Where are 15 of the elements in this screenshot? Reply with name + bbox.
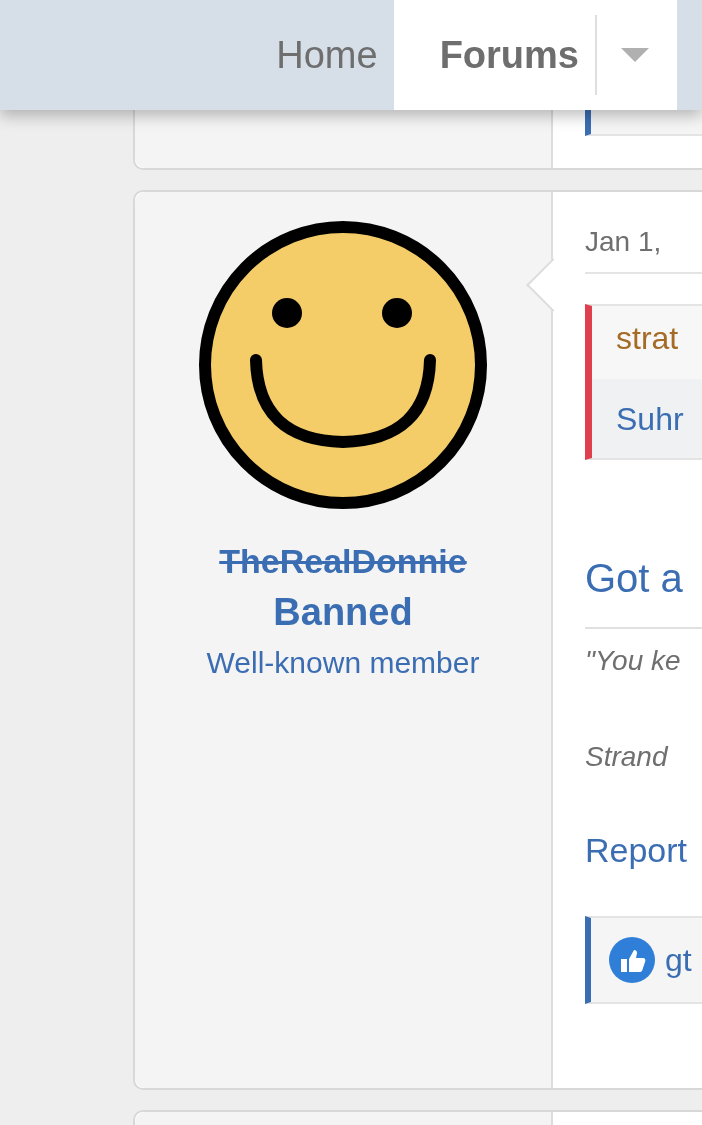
user-title: Well-known member (206, 646, 480, 680)
nav-tab[interactable]: Home (236, 0, 394, 110)
signature-line: Strand (585, 741, 670, 773)
caret-icon (621, 48, 649, 62)
user-status-label: Banned (273, 591, 413, 634)
quote-author[interactable]: strat (592, 306, 702, 379)
signature-heading: Got a (585, 556, 702, 629)
username-link[interactable]: TheRealDonnie (219, 542, 467, 581)
reactions-link[interactable]: gt (665, 941, 692, 979)
signature-line: "You ke (585, 645, 682, 677)
thumbs-up-icon (609, 937, 655, 983)
smiley-avatar[interactable] (198, 220, 488, 510)
post-date[interactable]: Jan 1, (585, 226, 702, 274)
quote-text[interactable]: Suhr (592, 379, 702, 458)
report-link[interactable]: Report (585, 831, 702, 870)
